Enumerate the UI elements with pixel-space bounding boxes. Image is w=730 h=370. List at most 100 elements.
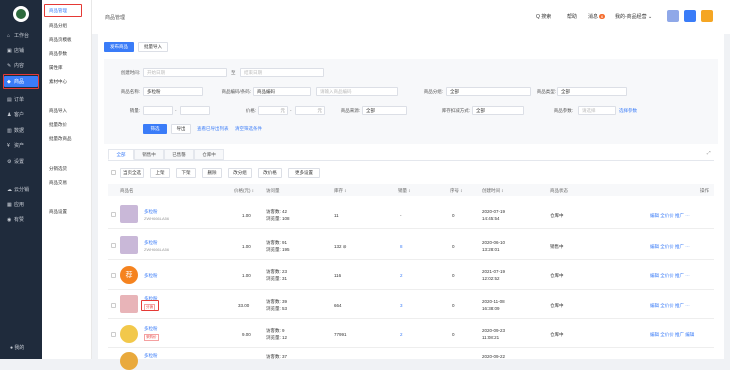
subnav-templates[interactable]: 商品页模板 (49, 37, 72, 43)
source-select[interactable]: 全部 (362, 106, 407, 115)
sales-min-input[interactable] (143, 106, 173, 115)
row-checkbox[interactable] (111, 332, 116, 337)
export-list-link[interactable]: 查看已导出列表 (197, 126, 229, 132)
goods-sales[interactable]: 3 (400, 303, 403, 308)
goods-sales[interactable]: 8 (400, 244, 403, 249)
goods-sales[interactable]: 2 (400, 273, 403, 278)
logo[interactable] (13, 6, 29, 22)
col-created[interactable]: 创建时间 ↕ (482, 188, 504, 194)
end-date-input[interactable]: 结束日期 (240, 68, 324, 77)
subnav-trade[interactable]: 商品交易 (49, 180, 67, 186)
stock-method-select[interactable]: 全部 (472, 106, 524, 115)
type-select[interactable]: 全部 (557, 87, 627, 96)
tab-on-sale[interactable]: 销售中 (134, 149, 164, 160)
row-actions[interactable]: 编辑 全价价 推广 ··· (650, 273, 690, 279)
export-button[interactable]: 导出 (171, 124, 191, 134)
goods-sales[interactable]: 2 (400, 332, 403, 337)
goods-name-link[interactable]: 多粒粉 (144, 273, 158, 279)
tab-warehouse[interactable]: 仓库中 (194, 149, 224, 160)
nav-item-data[interactable]: ▥ 数据 (0, 125, 42, 136)
subnav-params[interactable]: 商品参数 (49, 51, 67, 57)
subnav-bulk-edit[interactable]: 批量改商品 (49, 136, 72, 142)
row-actions[interactable]: 编辑 全价价 推广 ··· (650, 244, 690, 250)
row-actions[interactable]: 编辑 全价价 推广 编辑 (650, 332, 694, 338)
nav-item-customers[interactable]: ♟ 客户 (0, 109, 42, 120)
goods-status: 仓库中 (550, 273, 564, 278)
messages-link[interactable]: 消息 6 (588, 13, 606, 20)
goods-thumbnail[interactable]: 荐 (120, 266, 138, 284)
goods-thumbnail[interactable] (120, 205, 138, 223)
subnav-bulk-price[interactable]: 批量改价 (49, 122, 67, 128)
group-select[interactable]: 全部 (446, 87, 531, 96)
subnav-distribution[interactable]: 分销选货 (49, 166, 67, 172)
col-status: 商品状态 (550, 188, 568, 193)
filter-button[interactable]: 筛选 (143, 124, 167, 134)
user-menu[interactable]: ● 我的 (10, 344, 24, 351)
sub-nav: 商品管理 商品分组 商品页模板 商品参数 属性库 素材中心 商品导入 批量改价 … (42, 0, 92, 359)
clear-filters-link[interactable]: 清空筛选条件 (235, 126, 262, 132)
change-group-button[interactable]: 改分组 (228, 168, 252, 178)
shortcut-icon-1[interactable] (667, 10, 679, 22)
row-checkbox[interactable] (111, 212, 116, 217)
goods-thumbnail[interactable] (120, 295, 138, 313)
goods-thumbnail[interactable] (120, 325, 138, 343)
subnav-materials[interactable]: 素材中心 (49, 79, 67, 85)
nav-item-cloud[interactable]: ☁ 云分销 (0, 184, 42, 195)
nav-item-workbench[interactable]: ⌂ 工作台 (0, 30, 42, 41)
goods-time: 11:08:21 (482, 335, 500, 340)
price-max-input[interactable]: 元 (295, 106, 325, 115)
row-checkbox[interactable] (111, 243, 116, 248)
row-actions[interactable]: 编辑 全价价 推广 ··· (650, 213, 690, 219)
goods-name-input[interactable]: 多粒粉 (143, 87, 203, 96)
publish-goods-button[interactable]: 发布商品 (104, 42, 134, 52)
tab-all[interactable]: 全部 (108, 149, 134, 160)
help-link[interactable]: 帮助 (567, 13, 577, 20)
expand-icon[interactable]: ⤢ (707, 150, 711, 155)
subnav-attributes[interactable]: 属性库 (49, 65, 63, 71)
subnav-goods-settings[interactable]: 商品设置 (49, 209, 67, 215)
goods-name-link[interactable]: 多粒粉 (144, 326, 158, 332)
start-date-input[interactable]: 开始日期 (143, 68, 227, 77)
list-button[interactable]: 上架 (150, 168, 170, 178)
price-min-input[interactable]: 元 (258, 106, 288, 115)
nav-item-assets[interactable]: ¥ 资产 (0, 140, 42, 151)
nav-item-shop[interactable]: ▣ 店铺 (0, 45, 42, 56)
search-button[interactable]: Q 搜索 (536, 13, 551, 20)
row-checkbox[interactable] (111, 273, 116, 278)
nav-item-youzan[interactable]: ◉ 有赞 (0, 214, 42, 225)
goods-thumbnail[interactable] (120, 352, 138, 370)
nav-item-orders[interactable]: ▤ 订单 (0, 94, 42, 105)
select-all-checkbox[interactable] (111, 170, 116, 175)
sales-max-input[interactable] (180, 106, 210, 115)
row-actions[interactable]: 编辑 全价价 推广 ··· (650, 303, 690, 309)
account-dropdown[interactable]: 我的-商品经营 ⌄ (615, 13, 652, 20)
goods-name-link[interactable]: 多粒粉 (144, 353, 158, 359)
shortcut-icon-3[interactable] (701, 10, 713, 22)
change-price-button[interactable]: 改价格 (258, 168, 282, 178)
bulk-import-button[interactable]: 批量导入 (138, 42, 168, 52)
goods-name-link[interactable]: 多粒粉 (144, 240, 158, 246)
delist-button[interactable]: 下架 (176, 168, 196, 178)
more-settings-button[interactable]: 更多设置 (288, 168, 320, 178)
subnav-groups[interactable]: 商品分组 (49, 23, 67, 29)
code-type-select[interactable]: 商品编码 (253, 87, 311, 96)
goods-name-link[interactable]: 多粒粉 (144, 209, 158, 215)
select-page-button[interactable]: 当页全选 (120, 168, 144, 178)
param-select[interactable]: 请选择 (578, 106, 616, 115)
code-input[interactable]: 请输入商品编码 (316, 87, 398, 96)
row-checkbox[interactable] (111, 303, 116, 308)
col-stock[interactable]: 库存 ↕ (334, 188, 347, 194)
col-price[interactable]: 价格(元) ↕ (234, 188, 254, 194)
col-sales[interactable]: 销量 ↕ (398, 188, 411, 194)
subnav-import[interactable]: 商品导入 (49, 108, 67, 114)
source-value: 全部 (366, 107, 375, 113)
shortcut-icon-2[interactable] (684, 10, 696, 22)
tab-sold-out[interactable]: 已售罄 (164, 149, 194, 160)
nav-item-apps[interactable]: ▦ 应用 (0, 199, 42, 210)
nav-item-settings[interactable]: ⚙ 设置 (0, 156, 42, 167)
delete-button[interactable]: 删除 (202, 168, 222, 178)
select-param-link[interactable]: 选择参数 (619, 108, 637, 114)
nav-item-content[interactable]: ✎ 内容 (0, 60, 42, 71)
goods-thumbnail[interactable] (120, 236, 138, 254)
col-seq[interactable]: 序号 ↕ (450, 188, 463, 194)
